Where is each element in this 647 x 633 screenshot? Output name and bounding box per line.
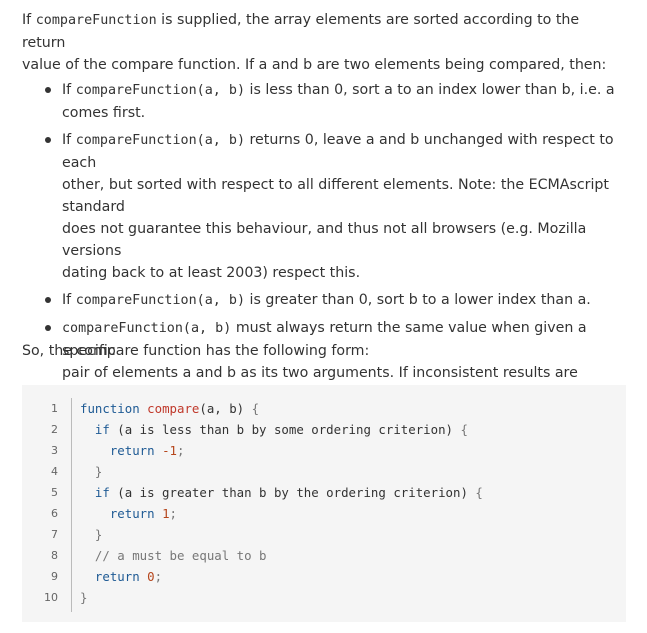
code-token: return [109,443,155,458]
line-number: 10 [44,591,58,604]
code-token: (a is greater than b by the ordering cri… [109,485,476,500]
code-block: 1 2 3 4 5 6 7 8 9 10 function compare(a, b) { if … [22,385,626,622]
inline-code: compareFunction(a, b) [62,321,232,336]
code-line: function compare(a, b) { [80,398,483,419]
code-line: } [80,524,483,545]
code-token: 1 [162,506,170,521]
page: If compareFunction is supplied, the arra… [0,0,647,633]
code-token: ; [154,569,163,584]
code-token: 0 [147,569,155,584]
form-paragraph: So, the compare function has the followi… [22,343,370,359]
gutter-divider [71,398,72,612]
code-token: function [80,401,140,416]
intro-line-2: value of the compare function. If a and … [22,57,607,73]
code-line: } [80,587,483,608]
inline-code: compareFunction(a, b) [75,293,246,308]
code-token: { [251,401,260,416]
code-token: (a is less than b by some ordering crite… [109,422,461,437]
code-line: } [80,461,483,482]
code-line: if (a is greater than b by the ordering … [80,482,483,503]
code-token: } [94,527,103,542]
code-token: // a must be equal to b [94,548,267,563]
line-number: 2 [51,423,58,436]
condition-list-item: If compareFunction(a, b) is greater than… [40,289,630,312]
code-token: return [94,569,140,584]
bullet-text: is greater than 0, sort b to a lower ind… [245,292,591,308]
code-line: return 1; [80,503,483,524]
code-line: if (a is less than b by some ordering cr… [80,419,483,440]
code-token: -1 [162,443,177,458]
condition-list-item: If compareFunction(a, b) is less than 0,… [40,79,630,124]
line-number: 3 [51,444,58,457]
code-line: // a must be equal to b [80,545,483,566]
code-token: (a, b) [199,401,252,416]
code-token: } [80,590,88,605]
line-number: 4 [51,465,58,478]
line-number: 6 [51,507,58,520]
code-token: } [94,464,103,479]
code-token: ; [177,443,185,458]
code-token: return [109,506,155,521]
code-token: compare [147,401,200,416]
bullet-text: comes first. [62,105,146,121]
condition-list: If compareFunction(a, b) is less than 0,… [40,79,630,433]
line-number: 1 [51,402,58,415]
code-token: { [475,485,483,500]
code-line: return -1; [80,440,483,461]
line-number-gutter: 1 2 3 4 5 6 7 8 9 10 [22,398,68,608]
inline-code: compareFunction [35,13,157,28]
bullet-text: other, but sorted with respect to all di… [62,177,609,215]
bullet-text: If [62,132,76,148]
line-number: 7 [51,528,58,541]
bullet-text: does not guarantee this behaviour, and t… [62,221,587,259]
line-number: 9 [51,570,58,583]
code-lines: function compare(a, b) { if (a is less t… [80,398,483,608]
intro-line-1: If compareFunction is supplied, the arra… [22,9,622,54]
intro-text: If [22,12,36,28]
bullet-text: dating back to at least 2003) respect th… [62,265,361,281]
bullet-text: If [62,82,76,98]
line-number: 8 [51,549,58,562]
intro-paragraph: If compareFunction is supplied, the arra… [22,9,622,76]
inline-code: compareFunction(a, b) [75,133,246,148]
code-token: if [94,485,110,500]
code-line: return 0; [80,566,483,587]
bullet-text: is less than 0, sort a to an index lower… [245,82,615,98]
code-token: ; [169,506,178,521]
condition-list-item: If compareFunction(a, b) returns 0, leav… [40,129,630,284]
code-token: if [94,422,110,437]
bullet-text: If [62,292,76,308]
line-number: 5 [51,486,58,499]
inline-code: compareFunction(a, b) [75,83,246,98]
code-token: { [460,422,468,437]
